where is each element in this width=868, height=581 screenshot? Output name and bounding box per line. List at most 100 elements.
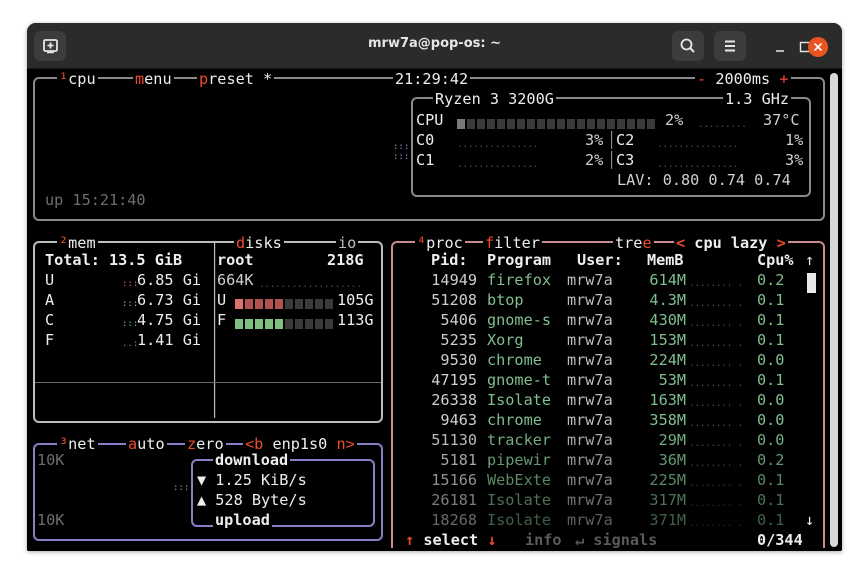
row-user: mrw7a (567, 291, 613, 309)
row-pid: 5235 (440, 331, 477, 349)
interval-control[interactable]: - 2000ms + (695, 69, 791, 89)
meter-segment (275, 299, 283, 309)
row-mem: 225M (649, 471, 686, 489)
row-cpu-graph: ........ . (689, 439, 744, 449)
row-cpu: 0.2 (757, 451, 785, 469)
net-next[interactable]: n> (336, 435, 354, 453)
col-mem[interactable]: MemB (647, 250, 684, 270)
meter-segment (255, 319, 263, 329)
mem-free-graph: ..: (122, 339, 139, 349)
cpu-box-title[interactable]: ¹cpu (57, 69, 98, 89)
net-scale-bot: 10K (37, 511, 65, 529)
disk-free-meter (235, 315, 335, 329)
row-pid: 9463 (440, 411, 477, 429)
net-box-label: net (68, 435, 96, 453)
proc-footer-select[interactable]: ↑ select ↓ (403, 530, 499, 550)
row-program: Xorg (487, 331, 524, 349)
meter-segment (315, 319, 323, 329)
meter-segment (285, 299, 293, 309)
row-cpu-graph: ........ . (689, 479, 744, 489)
select-down-icon: ↓ (487, 531, 497, 549)
col-program[interactable]: Program (487, 250, 551, 270)
row-mem: 430M (649, 311, 686, 329)
search-button[interactable] (672, 31, 704, 61)
core-c3-graph: ............... (657, 160, 739, 170)
scroll-down-icon[interactable]: ↓ (805, 510, 814, 530)
proc-count: 0/344 (755, 530, 805, 550)
net-auto-hotkey: a (128, 435, 138, 453)
menu-button[interactable] (714, 31, 746, 61)
row-user: mrw7a (567, 371, 613, 389)
row-cpu-graph: ........ . (689, 339, 744, 349)
disk-size: 218G (327, 251, 364, 269)
row-user: mrw7a (567, 331, 613, 349)
row-program: chrome (487, 411, 542, 429)
interval-increase[interactable]: + (779, 70, 788, 88)
row-cpu: 0.1 (757, 491, 785, 509)
meter-segment (627, 119, 635, 129)
net-graph-marker: ::: (173, 483, 190, 493)
row-cpu-graph: ........ . (689, 279, 744, 289)
row-pid: 51208 (431, 291, 477, 309)
row-user: mrw7a (567, 411, 613, 429)
meter-segment (507, 119, 515, 129)
cpu-preset-label: reset * (208, 70, 273, 88)
proc-footer-info[interactable]: info (523, 530, 564, 550)
row-program: gnome-s (487, 311, 552, 329)
row-program: Isolate (487, 511, 552, 529)
terminal-scrollbar[interactable] (830, 73, 838, 547)
close-button[interactable] (808, 37, 828, 57)
meter-segment (265, 299, 273, 309)
col-user[interactable]: User: (577, 250, 623, 270)
cpu-preset[interactable]: preset * (197, 69, 275, 89)
meter-segment (255, 299, 263, 309)
mem-used-key: U (45, 271, 55, 289)
proc-scrollbar-thumb[interactable] (807, 273, 816, 293)
col-pid[interactable]: Pid: (431, 250, 468, 270)
row-mem: 163M (649, 391, 686, 409)
row-user: mrw7a (567, 491, 613, 509)
meter-segment (457, 119, 465, 129)
close-icon (813, 42, 823, 52)
cpu-preset-hotkey: p (199, 70, 209, 88)
core-c1-pct: 2% (585, 151, 604, 169)
row-pid: 26181 (431, 491, 477, 509)
meter-segment (245, 299, 253, 309)
minimize-button[interactable] (770, 37, 790, 57)
row-pid: 15166 (431, 471, 477, 489)
proc-footer-signals[interactable]: ↵ signals (573, 530, 660, 550)
cpu-total-pct: 2% (665, 111, 684, 129)
net-auto[interactable]: auto (126, 434, 167, 454)
meter-segment (477, 119, 485, 129)
load-average: LAV: 0.80 0.74 0.74 (617, 171, 791, 189)
core-c0-name: C0 (416, 131, 435, 149)
cpu-menu[interactable]: menu (133, 69, 174, 89)
row-mem: 371M (649, 511, 686, 529)
col-cpu[interactable]: Cpu% (757, 250, 794, 270)
row-user: mrw7a (567, 311, 613, 329)
meter-segment (597, 119, 605, 129)
row-user: mrw7a (567, 511, 613, 529)
select-up-icon: ↑ (405, 531, 415, 549)
interval-decrease[interactable]: - (697, 70, 706, 88)
row-user: mrw7a (567, 351, 613, 369)
meter-segment (325, 299, 333, 309)
meter-segment (245, 319, 253, 329)
mem-used-graph: ::: (122, 279, 139, 289)
scroll-up-icon[interactable]: ↑ (805, 250, 814, 270)
search-icon (680, 38, 695, 53)
row-cpu-graph: ........ . (689, 319, 744, 329)
meter-segment (497, 119, 505, 129)
meter-segment (487, 119, 495, 129)
meter-segment (315, 299, 323, 309)
row-cpu-graph: ........ . (689, 399, 744, 409)
row-cpu: 0.1 (757, 311, 785, 329)
row-mem: 4.3M (649, 291, 686, 309)
terminal-content[interactable]: ¹cpu menu preset * 21:29:42 - 2000ms + u… (27, 69, 842, 551)
interval-value: 2000ms (715, 70, 771, 88)
disk-used-label: U (217, 291, 227, 309)
cpu-total-meter (457, 115, 657, 129)
mem-cache-graph: ::: (122, 319, 139, 329)
row-user: mrw7a (567, 471, 613, 489)
row-cpu-graph: ........ . (689, 519, 744, 529)
